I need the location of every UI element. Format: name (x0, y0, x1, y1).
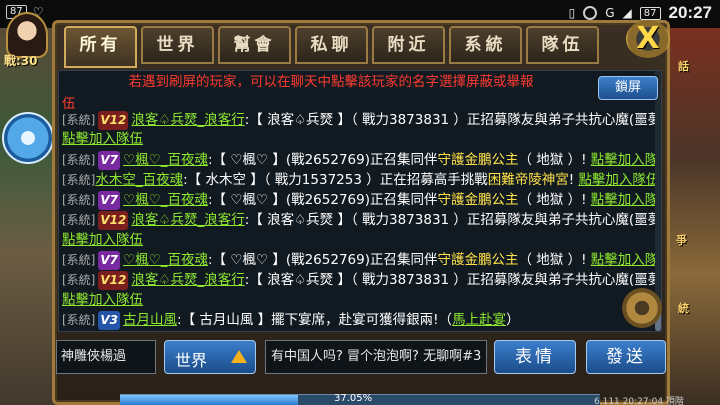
message-text: （ 地獄 ）! (518, 152, 587, 168)
triangle-up-icon (231, 350, 247, 363)
tab-world[interactable]: 世界 (141, 26, 214, 64)
chat-message: [系統] V12 浪客♤兵燹_浪客行:【 浪客♤兵燹 】（ 戰力3873831 ）正… (62, 271, 662, 290)
combat-power-label: 戰:30 (4, 54, 38, 68)
player-name-link[interactable]: 浪客♤兵燹_浪客行 (131, 112, 244, 128)
wifi-icon (583, 6, 598, 20)
vip-badge: V12 (98, 111, 129, 130)
chat-message: [系統] V12 浪客♤兵燹_浪客行:【 浪客♤兵燹 】（ 戰力3873831 ）正… (62, 211, 662, 230)
recipient-name[interactable]: 神雕俠楊過 (56, 340, 156, 374)
vip-badge: V12 (98, 211, 129, 230)
join-team-link[interactable]: 點擊加入隊伍 (62, 292, 143, 308)
join-team-link[interactable]: 點擊加入隊伍 (62, 232, 143, 248)
channel-select-label: 世界 (175, 351, 208, 370)
player-name-link[interactable]: 水木空_百夜魂 (95, 172, 183, 188)
experience-text: 37.05% (334, 393, 373, 404)
system-tag: [系統] (62, 193, 96, 207)
notice-text-wrap: 伍 (62, 96, 76, 112)
tab-team[interactable]: 隊伍 (526, 26, 599, 64)
vip-badge: V7 (98, 191, 121, 210)
system-tag: [系統] (62, 153, 96, 167)
player-name-link[interactable]: 浪客♤兵燹_浪客行 (131, 212, 244, 228)
chat-message: [系統] V3 古月山風:【 古月山風 】擺下宴席，赴宴可獲得銀兩!（馬上赴宴） (62, 311, 520, 330)
vibrate-icon: ▯ (568, 6, 576, 20)
vip-badge: V7 (98, 151, 121, 170)
player-name-link[interactable]: 浪客♤兵燹_浪客行 (131, 272, 244, 288)
player-name-link[interactable]: ♡楓♡_百夜魂 (123, 152, 208, 168)
skill-orb-icon[interactable] (2, 112, 54, 164)
system-tag: [系統] (62, 173, 96, 187)
message-text: :【 ♡楓♡ 】(戰2652769)正召集同伴 (207, 152, 438, 168)
channel-tabs: 所有 世界 幫會 私聊 附近 系統 隊伍 (64, 26, 599, 68)
right-menu-label-2[interactable]: 爭 (676, 232, 687, 248)
right-menu-label-3[interactable]: 統 (678, 300, 689, 316)
vip-badge: V12 (98, 271, 129, 290)
tab-system[interactable]: 系統 (449, 26, 522, 64)
system-tag: [系統] (62, 313, 96, 327)
join-team-link[interactable]: 點擊加入隊伍 (591, 192, 661, 208)
experience-fill (120, 395, 298, 405)
game-background-left (0, 28, 58, 405)
message-text: （ 地獄 ）! (518, 252, 587, 268)
message-text: :【 ♡楓♡ 】(戰2652769)正召集同伴 (207, 192, 438, 208)
chat-scrollbar[interactable] (655, 71, 661, 331)
dungeon-name: 守護金鵬公主 (437, 252, 519, 268)
system-tag: [系統] (62, 253, 96, 267)
chat-message: [系統] V7 ♡楓♡_百夜魂:【 ♡楓♡ 】(戰2652769)正召集同伴守護金鵬… (62, 151, 661, 170)
send-button[interactable]: 發送 (586, 340, 666, 374)
dungeon-name: 守護金鵬公主 (437, 152, 519, 168)
join-team-link[interactable]: 點擊加入隊伍 (578, 172, 659, 188)
chat-message-cont: 點擊加入隊伍 (62, 231, 143, 250)
lock-screen-button[interactable]: 鎖屏 (598, 76, 658, 100)
tab-all[interactable]: 所有 (64, 26, 137, 68)
message-text: :【 ♡楓♡ 】(戰2652769)正召集同伴 (207, 252, 438, 268)
notice-text: 若遇到刷屏的玩家，可以在聊天中點擊該玩家的名字選擇屏蔽或舉報 (128, 74, 534, 90)
join-team-link[interactable]: 點擊加入隊伍 (591, 252, 661, 268)
chat-message: [系統] V7 ♡楓♡_百夜魂:【 ♡楓♡ 】(戰2652769)正召集同伴守護金鵬… (62, 191, 661, 210)
emoji-button[interactable]: 表情 (494, 340, 576, 374)
attend-feast-link[interactable]: 馬上赴宴 (452, 312, 506, 328)
tab-guild[interactable]: 幫會 (218, 26, 291, 64)
battery-indicator: 87 (639, 6, 661, 20)
message-text: ! (568, 172, 575, 188)
gear-icon[interactable] (622, 288, 662, 328)
tab-private[interactable]: 私聊 (295, 26, 368, 64)
system-tag: [系統] (62, 113, 96, 127)
vip-badge: V7 (98, 251, 121, 270)
game-background-right (662, 28, 720, 405)
dungeon-name: 困難帝陵神宮 (487, 172, 569, 188)
message-text: :【 浪客♤兵燹 】（ 戰力3873831 ）正招募隊友與弟子共抗心魔(噩夢)! (244, 112, 662, 128)
right-menu-label-1[interactable]: 話 (678, 58, 689, 74)
chat-message-cont: 點擊加入隊伍 (62, 130, 143, 149)
chat-log[interactable]: 若遇到刷屏的玩家，可以在聊天中點擊該玩家的名字選擇屏蔽或舉報 伍 [系統] V12… (58, 70, 662, 332)
message-input[interactable]: 有中国人吗? 冒个泡泡啊? 无聊啊#3 (265, 340, 487, 374)
experience-bar: 37.05% (120, 393, 600, 405)
signal-icon: ◢ (622, 6, 632, 20)
message-text: :【 古月山風 】擺下宴席，赴宴可獲得銀兩!（ (177, 312, 453, 328)
chat-message: [系統] V7 ♡楓♡_百夜魂:【 ♡楓♡ 】(戰2652769)正召集同伴守護金鵬… (62, 251, 661, 270)
message-text: :【 水木空 】（ 戰力1537253 ）正在招募高手挑戰 (183, 172, 488, 188)
player-name-link[interactable]: ♡楓♡_百夜魂 (123, 192, 208, 208)
signal-label: G (605, 6, 615, 20)
chat-message-cont: 點擊加入隊伍 (62, 291, 143, 310)
join-team-link[interactable]: 點擊加入隊伍 (62, 131, 143, 147)
system-tag: [系統] (62, 213, 96, 227)
clock: 20:27 (668, 3, 712, 22)
chat-message: [系統] V12 浪客♤兵燹_浪客行:【 浪客♤兵燹 】（ 戰力3873831 ）正… (62, 111, 662, 130)
close-button[interactable]: X (626, 20, 670, 58)
footer-info: 6.111 20:27:04 頂階 (594, 397, 684, 405)
vip-badge: V3 (98, 311, 121, 330)
message-text: :【 浪客♤兵燹 】（ 戰力3873831 ）正招募隊友與弟子共抗心魔(噩夢)! (244, 212, 662, 228)
message-text: （ 地獄 ）! (518, 192, 587, 208)
tab-nearby[interactable]: 附近 (372, 26, 445, 64)
chat-message: [系統]水木空_百夜魂:【 水木空 】（ 戰力1537253 ）正在招募高手挑戰… (62, 171, 659, 190)
player-name-link[interactable]: 古月山風 (123, 312, 177, 328)
message-text: ） (506, 312, 520, 328)
join-team-link[interactable]: 點擊加入隊伍 (591, 152, 661, 168)
dungeon-name: 守護金鵬公主 (437, 192, 519, 208)
system-tag: [系統] (62, 273, 96, 287)
player-name-link[interactable]: ♡楓♡_百夜魂 (123, 252, 208, 268)
channel-select[interactable]: 世界 (164, 340, 256, 374)
message-text: :【 浪客♤兵燹 】（ 戰力3873831 ）正招募隊友與弟子共抗心魔(噩夢)! (244, 272, 662, 288)
